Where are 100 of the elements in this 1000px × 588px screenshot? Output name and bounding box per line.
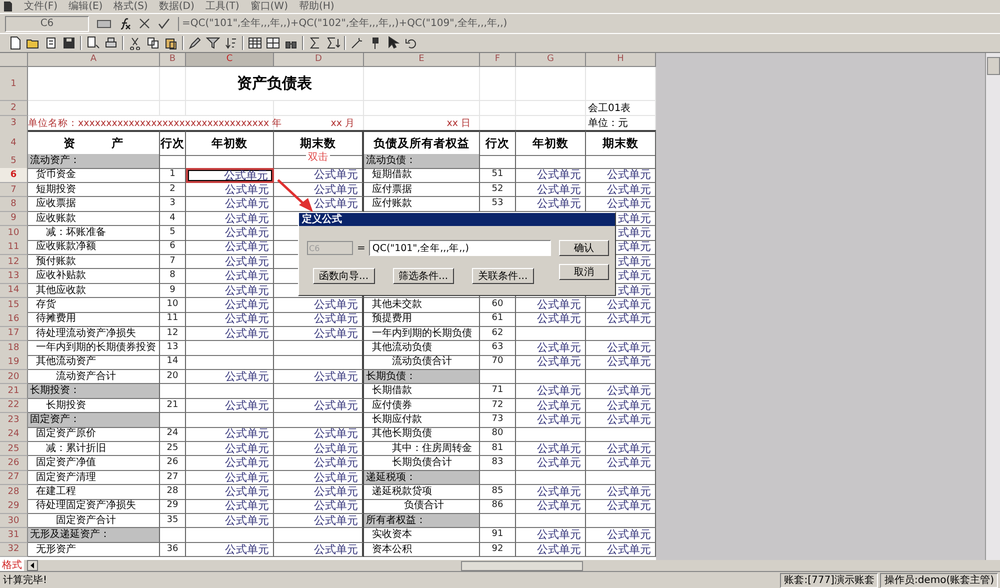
menu-item[interactable]: 文件(F) — [24, 0, 58, 12]
row-header[interactable]: 24 — [0, 427, 28, 442]
formula-cell[interactable]: 公式单元 — [186, 427, 274, 442]
row-header[interactable]: 3 — [0, 116, 28, 131]
row-header[interactable]: 21 — [0, 384, 28, 399]
formula-cell[interactable]: 公式单元 — [516, 442, 586, 456]
paste-icon[interactable] — [164, 36, 178, 50]
row-header[interactable]: 7 — [0, 182, 28, 198]
formula-cell[interactable]: 公式单元 — [186, 442, 274, 456]
row-header[interactable]: 29 — [0, 499, 28, 514]
formula-cell[interactable]: 公式单元 — [516, 168, 586, 184]
row-header[interactable]: 15 — [0, 298, 28, 312]
document-icon[interactable] — [3, 1, 13, 12]
row-header[interactable]: 26 — [0, 456, 28, 471]
column-header[interactable]: E — [364, 53, 480, 67]
pencil-icon[interactable] — [188, 36, 202, 50]
column-header[interactable]: A — [28, 53, 160, 67]
formula-cell[interactable]: 公式单元 — [186, 542, 274, 558]
dotted-grid-icon[interactable] — [266, 36, 280, 50]
formula-cell[interactable]: 公式单元 — [186, 226, 274, 241]
row-header[interactable]: 19 — [0, 355, 28, 370]
dialog-button[interactable]: 函数向导... — [313, 268, 375, 284]
row-header[interactable]: 30 — [0, 514, 28, 528]
keyboard-icon[interactable] — [97, 18, 111, 28]
formula-cell[interactable]: 公式单元 — [274, 182, 364, 198]
formula-cell[interactable]: 公式单元 — [516, 341, 586, 356]
printer-icon[interactable] — [104, 36, 118, 50]
new-document-icon[interactable] — [8, 36, 22, 50]
formula-cell[interactable]: 公式单元 — [186, 269, 274, 284]
confirm-button[interactable]: 确认 — [559, 240, 609, 256]
scroll-left-icon[interactable] — [27, 560, 38, 571]
row-header[interactable]: 14 — [0, 284, 28, 298]
row-header[interactable]: 9 — [0, 212, 28, 226]
formula-cell[interactable]: 公式单元 — [186, 240, 274, 255]
formula-cell[interactable]: 公式单元 — [186, 499, 274, 514]
row-header[interactable]: 20 — [0, 370, 28, 384]
formula-cell[interactable]: 公式单元 — [274, 442, 364, 456]
sheet-tab[interactable]: 格式 — [0, 560, 24, 571]
formula-cell[interactable]: 公式单元 — [516, 298, 586, 312]
formula-cell[interactable]: 公式单元 — [186, 326, 274, 342]
column-header[interactable]: G — [516, 53, 586, 67]
sort-icon[interactable] — [224, 36, 238, 50]
formula-cell[interactable]: 公式单元 — [516, 355, 586, 370]
undo-icon[interactable] — [404, 36, 418, 50]
formula-cell[interactable]: 公式单元 — [186, 168, 274, 184]
row-header[interactable]: 18 — [0, 341, 28, 356]
column-header[interactable]: F — [480, 53, 516, 67]
formula-cell[interactable]: 公式单元 — [186, 398, 274, 414]
formula-cell[interactable]: 公式单元 — [186, 254, 274, 270]
formula-cell[interactable]: 公式单元 — [186, 212, 274, 226]
menu-item[interactable]: 数据(D) — [158, 0, 194, 12]
formula-cell[interactable]: 公式单元 — [186, 484, 274, 500]
wand-icon[interactable] — [350, 36, 364, 50]
column-header[interactable]: D — [274, 53, 364, 67]
row-header[interactable]: 27 — [0, 470, 28, 486]
formula-cell[interactable]: 公式单元 — [186, 182, 274, 198]
row-header[interactable]: 4 — [0, 130, 28, 156]
formula-field[interactable]: =QC("101",全年,,,年,,)+QC("102",全年,,,年,,)+QC("109",全年,,,年,,) — [178, 16, 1000, 30]
row-header[interactable]: 1 — [0, 67, 28, 101]
row-header[interactable]: 17 — [0, 326, 28, 342]
formula-cell[interactable]: 公式单元 — [516, 528, 586, 543]
formula-cell[interactable]: 公式单元 — [274, 398, 364, 414]
horizontal-scrollbar[interactable] — [461, 560, 583, 570]
formula-input[interactable]: QC("101",全年,,,年,,) — [369, 240, 551, 256]
formula-cell[interactable]: 公式单元 — [516, 484, 586, 500]
row-header[interactable]: 31 — [0, 528, 28, 543]
cancel-icon[interactable] — [139, 18, 150, 29]
menu-item[interactable]: 格式(S) — [114, 0, 148, 12]
row-header[interactable]: 32 — [0, 542, 28, 558]
formula-cell[interactable]: 公式单元 — [516, 413, 586, 428]
row-header[interactable]: 28 — [0, 484, 28, 500]
row-header[interactable]: 6 — [0, 168, 28, 184]
formula-cell[interactable]: 公式单元 — [186, 470, 274, 486]
menu-item[interactable]: 编辑(E) — [68, 0, 103, 12]
copy-icon[interactable] — [146, 36, 160, 50]
save-icon[interactable] — [62, 36, 76, 50]
formula-cell[interactable]: 公式单元 — [516, 542, 586, 558]
formula-cell[interactable]: 公式单元 — [274, 168, 364, 184]
row-header[interactable]: 25 — [0, 442, 28, 456]
row-header[interactable]: 12 — [0, 254, 28, 270]
row-header[interactable]: 23 — [0, 413, 28, 428]
dialog-button[interactable]: 筛选条件... — [392, 268, 454, 284]
sigma-arrow-icon[interactable] — [326, 36, 340, 50]
formula-cell[interactable]: 公式单元 — [186, 514, 274, 528]
menu-item[interactable]: 工具(T) — [205, 0, 240, 12]
table-icon[interactable] — [248, 36, 262, 50]
print-preview-icon[interactable] — [86, 36, 100, 50]
cancel-button[interactable]: 取消 — [559, 264, 609, 280]
menu-item[interactable]: 帮助(H) — [298, 0, 334, 12]
formula-cell[interactable]: 公式单元 — [516, 499, 586, 514]
formula-cell[interactable]: 公式单元 — [186, 298, 274, 312]
formula-cell[interactable]: 公式单元 — [186, 370, 274, 384]
formula-cell[interactable]: 公式单元 — [186, 284, 274, 298]
row-header[interactable]: 22 — [0, 398, 28, 414]
formula-cell[interactable]: 公式单元 — [274, 326, 364, 342]
document-icon[interactable] — [44, 36, 58, 50]
scissors-icon[interactable] — [128, 36, 142, 50]
formula-cell[interactable]: 公式单元 — [516, 182, 586, 198]
row-header[interactable]: 11 — [0, 240, 28, 255]
row-header[interactable]: 2 — [0, 101, 28, 116]
